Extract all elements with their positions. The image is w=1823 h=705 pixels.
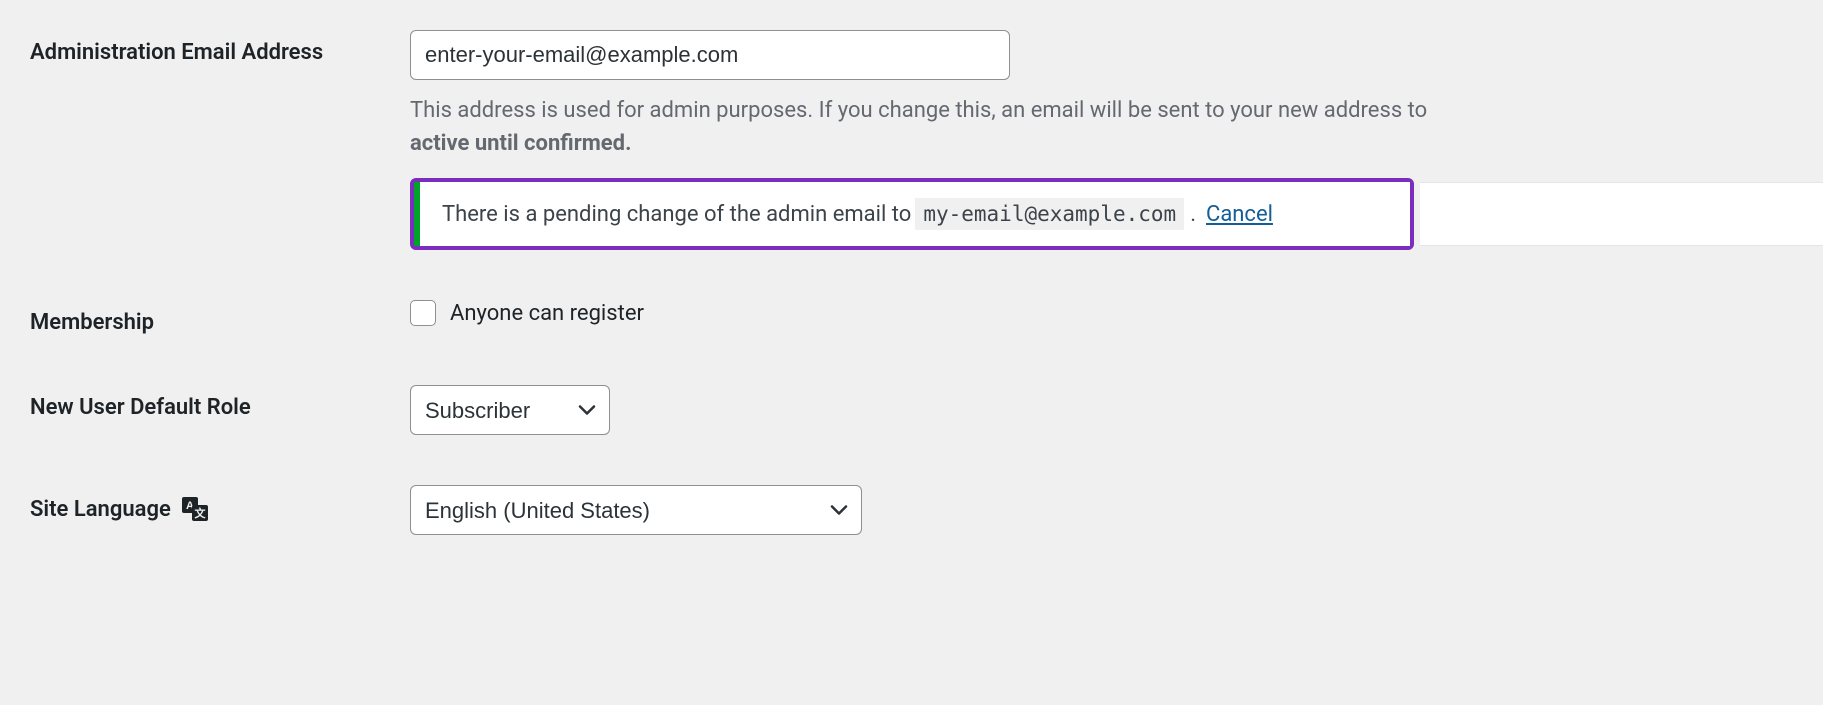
admin-email-label: Administration Email Address [30,30,410,65]
translate-icon: A 文 [182,497,208,527]
pending-email-highlight: There is a pending change of the admin e… [410,178,1414,250]
svg-text:文: 文 [195,506,207,520]
pending-email-notice: There is a pending change of the admin e… [414,182,1410,246]
default-role-select[interactable]: Subscriber [410,385,610,435]
membership-label: Membership [30,300,410,335]
notice-background-extension [1420,182,1823,246]
site-language-select[interactable]: English (United States) [410,485,862,535]
pending-email-code: my-email@example.com [915,198,1184,230]
pending-email-text: There is a pending change of the admin e… [442,202,911,227]
default-role-label: New User Default Role [30,385,410,420]
pending-email-dot: . [1190,202,1196,227]
admin-email-input[interactable] [410,30,1010,80]
anyone-can-register-label: Anyone can register [450,301,644,326]
anyone-can-register-checkbox[interactable] [410,300,436,326]
cancel-pending-email-link[interactable]: Cancel [1206,202,1273,227]
admin-email-description: This address is used for admin purposes.… [410,94,1793,160]
site-language-label: Site Language A 文 [30,485,410,525]
